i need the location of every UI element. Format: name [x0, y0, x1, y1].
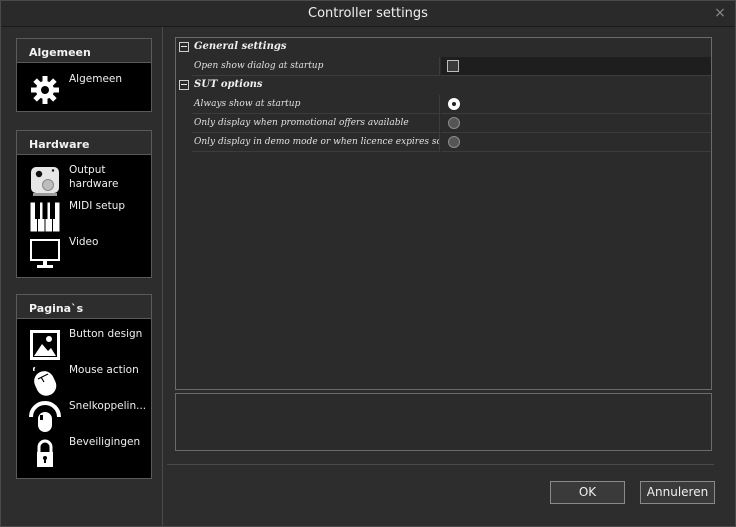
property-row-open-show-dialog: Open show dialog at startup — [176, 57, 711, 76]
sidebar-item-button-design[interactable]: Button design — [27, 327, 151, 361]
divider — [167, 464, 714, 465]
sidebar-item-label: Video — [69, 236, 99, 248]
gear-icon — [31, 76, 59, 104]
sidebar-item-label: Output hardware — [69, 164, 119, 190]
property-row-always-show: Always show at startup — [176, 95, 711, 114]
piano-keys-icon — [29, 201, 61, 233]
property-name: Open show dialog at startup — [192, 57, 440, 76]
lock-icon — [37, 439, 53, 467]
demo-mode-radio[interactable] — [448, 136, 460, 148]
title-bar[interactable]: Controller settings × — [1, 1, 735, 27]
ok-button[interactable]: OK — [550, 481, 625, 504]
collapse-icon[interactable] — [179, 42, 189, 52]
property-grid: General settings Open show dialog at sta… — [175, 37, 712, 390]
window-title: Controller settings — [308, 6, 428, 21]
sidebar-item-label: MIDI setup — [69, 200, 126, 212]
sidebar-item-midi-setup[interactable]: MIDI setup — [27, 199, 151, 233]
property-value — [441, 95, 711, 114]
property-value — [441, 57, 711, 76]
property-name: Always show at startup — [192, 95, 440, 114]
sidebar-item-label: Beveiligingen — [69, 436, 141, 448]
group-header: Algemeen — [17, 39, 151, 63]
open-show-dialog-checkbox[interactable] — [447, 60, 459, 72]
property-name: Only display when promotional offers ava… — [192, 114, 440, 133]
sidebar-group-paginas: Pagina`s Button design Mouse action Snel… — [16, 294, 152, 479]
property-row-promotional-offers: Only display when promotional offers ava… — [176, 114, 711, 133]
group-header: Hardware — [17, 131, 151, 155]
sidebar-item-output-hardware[interactable]: Output hardware — [27, 163, 151, 197]
sidebar-item-label: Snelkoppelin... — [69, 400, 147, 412]
property-name: Only display in demo mode or when licenc… — [192, 133, 440, 152]
category-label: General settings — [194, 41, 287, 52]
mouse-icon — [32, 367, 57, 396]
settings-sidebar: Algemeen Algemeen Hardware Output hardwa… — [1, 27, 163, 527]
property-value — [441, 133, 711, 152]
sidebar-item-label: Algemeen — [69, 73, 123, 85]
always-show-radio[interactable] — [448, 98, 460, 110]
property-row-demo-mode: Only display in demo mode or when licenc… — [176, 133, 711, 152]
speaker-icon — [31, 167, 59, 196]
sidebar-item-video[interactable]: Video — [27, 235, 151, 269]
description-panel — [175, 393, 712, 451]
collapse-icon[interactable] — [179, 80, 189, 90]
sidebar-item-label: Mouse action — [69, 364, 139, 376]
property-value — [441, 114, 711, 133]
promotional-offers-radio[interactable] — [448, 117, 460, 129]
category-general-settings[interactable]: General settings — [176, 38, 711, 57]
sidebar-item-beveiligingen[interactable]: Beveiligingen — [27, 435, 151, 469]
sidebar-item-algemeen[interactable]: Algemeen — [27, 72, 151, 106]
category-sut-options[interactable]: SUT options — [176, 76, 711, 95]
monitor-icon — [30, 239, 60, 268]
sidebar-group-hardware: Hardware Output hardware MIDI setup Vide… — [16, 130, 152, 278]
picture-icon — [30, 330, 60, 360]
group-header: Pagina`s — [17, 295, 151, 319]
controller-settings-window: Controller settings × Algemeen Algemeen … — [0, 0, 736, 527]
sidebar-group-algemeen: Algemeen Algemeen — [16, 38, 152, 112]
cancel-button[interactable]: Annuleren — [640, 481, 715, 504]
sidebar-item-label: Button design — [69, 328, 143, 340]
sidebar-item-snelkoppelingen[interactable]: Snelkoppelin... — [27, 399, 151, 433]
sidebar-item-mouse-action[interactable]: Mouse action — [27, 363, 151, 397]
close-icon[interactable]: × — [713, 6, 727, 20]
category-label: SUT options — [194, 79, 263, 90]
shortcut-icon — [29, 401, 61, 432]
